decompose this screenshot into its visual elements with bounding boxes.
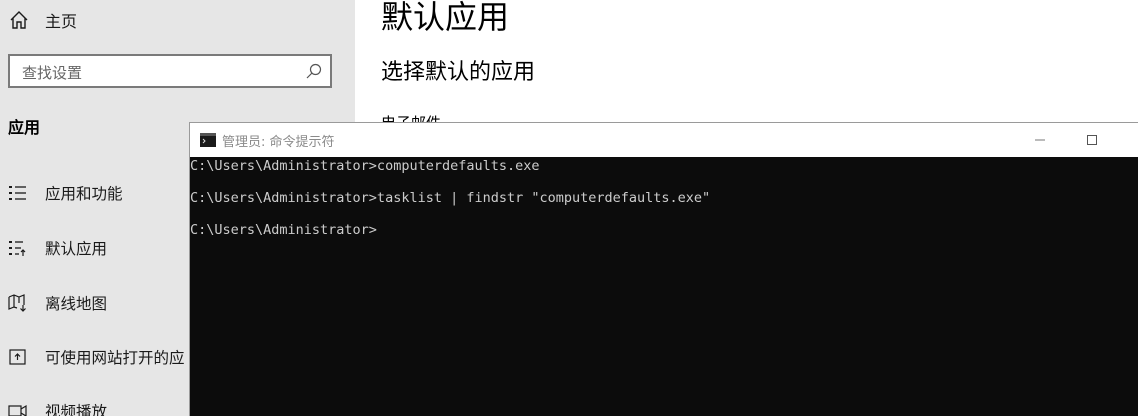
minimize-icon [1035,139,1045,141]
console-output[interactable]: C:\Users\Administrator>computerdefaults.… [190,157,1138,416]
minimize-button[interactable] [1017,123,1063,157]
sidebar-item-label: 可使用网站打开的应 [45,349,185,367]
nav-home-label: 主页 [45,12,78,31]
sidebar-item-apps-for-websites[interactable]: 可使用网站打开的应 [8,342,185,372]
section-heading: 选择默认的应用 [381,60,536,85]
sidebar-item-apps-features[interactable]: 应用和功能 [8,178,123,208]
sidebar-item-label: 应用和功能 [45,185,123,203]
search-input[interactable]: 查找设置 [22,62,82,83]
map-icon [8,294,26,312]
cmd-titlebar[interactable]: 管理员: 命令提示符 [190,123,1138,157]
sidebar-item-label: 离线地图 [45,295,108,313]
screen: 主页 查找设置 应用 应用和功能 默认应用 离线地图 可使用网站打开的应 视频播… [0,0,1138,416]
search-box[interactable]: 查找设置 [8,54,332,88]
sidebar-item-offline-maps[interactable]: 离线地图 [8,288,107,318]
console-line: C:\Users\Administrator> [190,222,377,238]
list-icon [9,186,26,200]
sidebar-item-label: 默认应用 [45,240,108,258]
console-line: C:\Users\Administrator>tasklist | findst… [190,190,711,206]
home-icon [10,11,28,29]
default-apps-icon [9,241,26,256]
console-line: C:\Users\Administrator>computerdefaults.… [190,158,540,174]
maximize-button[interactable] [1069,123,1115,157]
sidebar-item-default-apps[interactable]: 默认应用 [8,233,107,263]
page-title: 默认应用 [381,0,510,36]
maximize-icon [1087,135,1097,145]
cmd-app-icon [200,133,216,147]
cmd-title: 管理员: 命令提示符 [222,134,335,150]
sidebar-item-video-playback[interactable]: 视频播放 [8,396,107,416]
nav-home[interactable]: 主页 [8,6,77,34]
video-icon [8,404,27,416]
cmd-window[interactable]: 管理员: 命令提示符 C:\Users\Administrator>comput… [189,122,1138,416]
search-icon [306,63,322,79]
open-web-icon [9,349,26,365]
section-title: 应用 [8,118,41,137]
sidebar-item-label: 视频播放 [45,403,108,416]
